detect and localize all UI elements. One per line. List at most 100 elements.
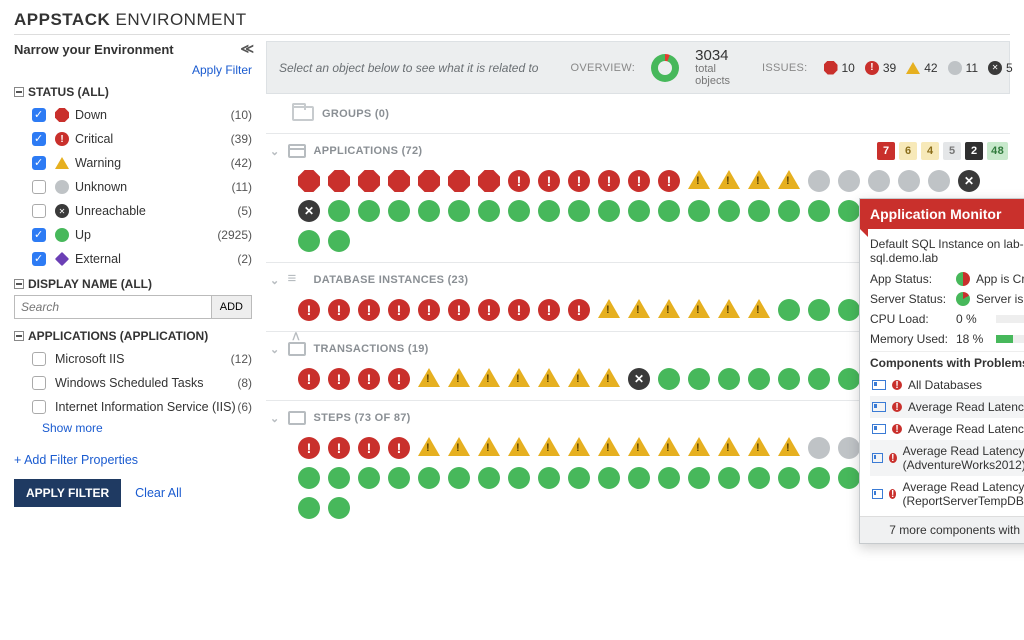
status-dot-crit[interactable] (568, 299, 590, 321)
chevron-down-icon[interactable]: ⌄ (270, 145, 280, 158)
status-dot-stop[interactable] (448, 170, 470, 192)
status-dot-green[interactable] (808, 200, 830, 222)
status-dot-green[interactable] (748, 368, 770, 390)
status-dot-unr[interactable] (298, 200, 320, 222)
status-dot-warn[interactable] (418, 368, 440, 387)
status-dot-stop[interactable] (478, 170, 500, 192)
status-dot-warn[interactable] (568, 368, 590, 387)
count-tag[interactable]: 6 (899, 142, 917, 160)
count-tag[interactable]: 2 (965, 142, 983, 160)
status-dot-crit[interactable] (388, 437, 410, 459)
status-dot-warn[interactable] (688, 170, 710, 189)
status-dot-grey[interactable] (898, 170, 920, 192)
status-checkbox[interactable] (32, 252, 46, 266)
status-filter-row[interactable]: Critical(39) (14, 127, 252, 151)
status-dot-warn[interactable] (448, 437, 470, 456)
status-dot-green[interactable] (688, 368, 710, 390)
status-dot-green[interactable] (718, 368, 740, 390)
show-more-link[interactable]: Show more (14, 421, 252, 435)
count-tag[interactable]: 7 (877, 142, 895, 160)
status-dot-warn[interactable] (628, 437, 650, 456)
clear-all-link[interactable]: Clear All (135, 486, 182, 500)
status-dot-green[interactable] (808, 299, 830, 321)
status-dot-warn[interactable] (748, 437, 770, 456)
status-dot-warn[interactable] (568, 437, 590, 456)
status-dot-crit[interactable] (538, 299, 560, 321)
status-checkbox[interactable] (32, 204, 46, 218)
status-dot-crit[interactable] (358, 299, 380, 321)
status-dot-green[interactable] (628, 200, 650, 222)
status-dot-warn[interactable] (718, 170, 740, 189)
status-dot-green[interactable] (298, 497, 320, 519)
status-dot-grey[interactable] (838, 437, 860, 459)
status-dot-green[interactable] (658, 368, 680, 390)
status-dot-grey[interactable] (808, 170, 830, 192)
status-dot-green[interactable] (808, 368, 830, 390)
status-dot-warn[interactable] (748, 170, 770, 189)
status-dot-warn[interactable] (478, 437, 500, 456)
status-dot-warn[interactable] (688, 437, 710, 456)
issue-chip[interactable]: 10 (824, 61, 855, 75)
status-dot-green[interactable] (358, 467, 380, 489)
status-dot-stop[interactable] (418, 170, 440, 192)
status-dot-warn[interactable] (538, 368, 560, 387)
apply-filter-link[interactable]: Apply Filter (14, 63, 252, 77)
chevron-down-icon[interactable]: ⌄ (270, 274, 280, 287)
issue-chip[interactable]: 39 (865, 61, 896, 75)
status-dot-grey[interactable] (928, 170, 950, 192)
chevron-down-icon[interactable]: ⌄ (270, 343, 280, 356)
status-dot-green[interactable] (718, 200, 740, 222)
status-filter-row[interactable]: Unreachable(5) (14, 199, 252, 223)
count-tag[interactable]: 5 (943, 142, 961, 160)
component-row[interactable]: Average Read Latency (AdventureWorks2012… (870, 440, 1024, 476)
status-filter-row[interactable]: External(2) (14, 247, 252, 271)
app-checkbox[interactable] (32, 400, 46, 414)
app-checkbox[interactable] (32, 352, 46, 366)
status-dot-warn[interactable] (418, 437, 440, 456)
status-dot-warn[interactable] (778, 437, 800, 456)
displayname-search-input[interactable] (14, 295, 211, 319)
displayname-group-title[interactable]: DISPLAY NAME (ALL) (14, 277, 252, 291)
status-dot-green[interactable] (448, 200, 470, 222)
status-dot-green[interactable] (658, 200, 680, 222)
status-dot-green[interactable] (328, 230, 350, 252)
status-dot-stop[interactable] (328, 170, 350, 192)
status-dot-crit[interactable] (328, 299, 350, 321)
status-dot-green[interactable] (298, 467, 320, 489)
status-dot-green[interactable] (778, 299, 800, 321)
status-dot-crit[interactable] (568, 170, 590, 192)
status-dot-green[interactable] (748, 467, 770, 489)
status-filter-row[interactable]: Unknown(11) (14, 175, 252, 199)
status-dot-green[interactable] (388, 200, 410, 222)
status-dot-green[interactable] (328, 497, 350, 519)
status-dot-green[interactable] (568, 200, 590, 222)
issue-chip[interactable]: 11 (948, 61, 978, 75)
status-dot-green[interactable] (808, 467, 830, 489)
status-dot-crit[interactable] (538, 170, 560, 192)
status-checkbox[interactable] (32, 132, 46, 146)
status-dot-unr[interactable] (958, 170, 980, 192)
collapse-sidebar-icon[interactable]: ≪ (240, 41, 252, 57)
status-dot-green[interactable] (688, 467, 710, 489)
status-dot-unr[interactable] (628, 368, 650, 390)
status-dot-crit[interactable] (358, 368, 380, 390)
status-dot-crit[interactable] (508, 170, 530, 192)
app-filter-row[interactable]: Windows Scheduled Tasks(8) (14, 371, 252, 395)
status-dot-green[interactable] (478, 200, 500, 222)
status-dot-warn[interactable] (778, 170, 800, 189)
chevron-down-icon[interactable]: ⌄ (270, 412, 280, 425)
status-dot-warn[interactable] (628, 299, 650, 318)
status-dot-crit[interactable] (328, 437, 350, 459)
status-dot-warn[interactable] (508, 368, 530, 387)
component-row[interactable]: Average Read Latency (yaf) (870, 396, 1024, 418)
status-dot-green[interactable] (508, 200, 530, 222)
status-group-title[interactable]: STATUS (ALL) (14, 85, 252, 99)
status-dot-crit[interactable] (628, 170, 650, 192)
status-dot-green[interactable] (778, 368, 800, 390)
applications-group-title[interactable]: APPLICATIONS (APPLICATION) (14, 329, 252, 343)
issue-chip[interactable]: 42 (906, 61, 937, 75)
status-dot-stop[interactable] (298, 170, 320, 192)
status-dot-warn[interactable] (658, 437, 680, 456)
status-dot-green[interactable] (328, 467, 350, 489)
status-dot-green[interactable] (388, 467, 410, 489)
